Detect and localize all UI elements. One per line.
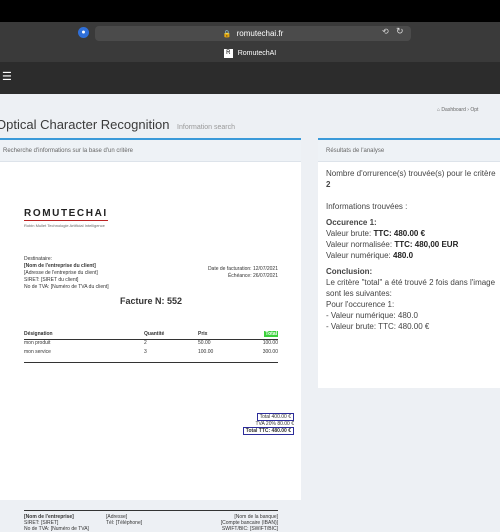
results-panel-header: Résultats de l'analyse <box>318 140 500 162</box>
company-logo: ROMUTECHAI Robin Mullet Technologie Arti… <box>24 208 108 228</box>
status-bar <box>0 0 500 22</box>
invoice-dates: Date de facturation: 12/07/2021 Échéance… <box>207 266 278 279</box>
page-subtitle: Information search <box>177 124 236 131</box>
translate-icon[interactable]: ⟲ <box>382 27 389 36</box>
table-header: Désignation Quantité Prix Total <box>24 331 278 340</box>
breadcrumb[interactable]: ⌂ Dashboard › Opt <box>437 107 478 113</box>
lock-icon: 🔒 <box>222 31 232 38</box>
browser-chrome: ● 🔒 romutechai.fr ⟲ ↻ R RomutechAI <box>0 22 500 62</box>
table-row: mon produit 2 50.00 100.00 <box>24 340 278 346</box>
favicon-icon: R <box>223 48 233 58</box>
tab-title-row[interactable]: R RomutechAI <box>0 45 500 62</box>
results-panel: Résultats de l'analyse Nombre d'orrurenc… <box>318 138 500 388</box>
dashboard-icon: ⌂ <box>437 107 441 113</box>
search-panel: Recherche d'informations sur la base d'u… <box>0 138 301 532</box>
invoice-table: Désignation Quantité Prix Total mon prod… <box>24 331 278 363</box>
reload-icon[interactable]: ↻ <box>396 26 404 37</box>
table-row: mon service 3 100.00 300.00 <box>24 349 278 355</box>
privacy-icon[interactable]: ● <box>78 27 89 38</box>
invoice-title: Facture N: 552 <box>119 296 183 306</box>
url-text: romutechai.fr <box>236 29 284 38</box>
search-panel-header: Recherche d'informations sur la base d'u… <box>0 140 301 162</box>
top-navbar: ☰ <box>0 62 500 94</box>
invoice-totals: Total 400.00 € TVA 20% 80.00 € Total TTC… <box>219 413 294 435</box>
menu-icon[interactable]: ☰ <box>2 70 12 83</box>
results-content: Nombre d'orrurence(s) trouvée(s) pour le… <box>326 169 496 331</box>
address-bar[interactable]: 🔒 romutechai.fr <box>95 26 411 41</box>
tab-title: RomutechAI <box>237 50 277 57</box>
invoice-footer: [Nom de l'entreprise] SIRET: [SIRET] No … <box>24 510 278 532</box>
recipient-address: Destinataire: [Nom de l'entreprise du cl… <box>24 256 109 290</box>
page-title: Optical Character Recognition Informatio… <box>0 117 236 132</box>
